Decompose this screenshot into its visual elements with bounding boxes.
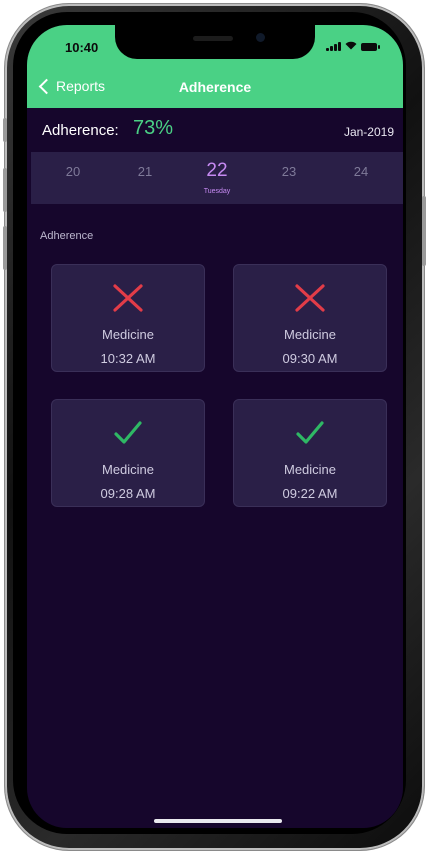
app-screen: 10:40 Reports Adherence Adherence: 73% J…	[27, 25, 403, 828]
front-camera	[256, 33, 265, 42]
section-title: Adherence	[40, 230, 94, 242]
date-strip: 20 21 22 23 24 Tuesday	[31, 152, 403, 204]
date-item[interactable]: 21	[115, 164, 175, 179]
date-item-selected[interactable]: 22	[187, 160, 247, 182]
home-indicator[interactable]	[154, 819, 282, 823]
check-icon	[114, 421, 142, 444]
medicine-name: Medicine	[283, 462, 337, 477]
adherence-percentage: 73%	[133, 117, 174, 139]
dose-card-taken[interactable]: Medicine 09:22 AM	[233, 399, 387, 507]
volume-up-button	[3, 168, 7, 212]
dose-card-missed[interactable]: Medicine 10:32 AM	[51, 264, 205, 372]
date-item[interactable]: 24	[331, 164, 391, 179]
dose-time: 09:22 AM	[282, 486, 338, 501]
medicine-name: Medicine	[101, 462, 155, 477]
date-item[interactable]: 20	[43, 164, 103, 179]
dose-card-taken[interactable]: Medicine 09:28 AM	[51, 399, 205, 507]
page-title: Adherence	[178, 79, 252, 95]
dose-time: 09:28 AM	[100, 486, 156, 501]
battery-icon	[361, 42, 380, 51]
date-item[interactable]: 23	[259, 164, 319, 179]
dose-time: 10:32 AM	[100, 351, 156, 366]
medicine-name: Medicine	[101, 327, 155, 342]
check-icon	[296, 421, 324, 444]
month-label[interactable]: Jan-2019	[344, 125, 394, 139]
volume-down-button	[3, 226, 7, 270]
speaker	[193, 36, 233, 41]
notch	[115, 25, 315, 59]
wifi-icon	[345, 41, 357, 52]
dose-card-missed[interactable]: Medicine 09:30 AM	[233, 264, 387, 372]
adherence-summary: Adherence: 73% Jan-2019	[27, 108, 403, 152]
status-time: 10:40	[65, 40, 99, 55]
mute-switch	[3, 118, 7, 142]
x-icon	[113, 284, 143, 312]
medicine-name: Medicine	[283, 327, 337, 342]
dose-time: 09:30 AM	[282, 351, 338, 366]
signal-icon	[326, 42, 341, 51]
status-icons	[326, 41, 380, 52]
adherence-label: Adherence:	[42, 122, 119, 139]
x-icon	[295, 284, 325, 312]
selected-weekday: Tuesday	[203, 188, 231, 195]
power-button	[422, 196, 426, 266]
